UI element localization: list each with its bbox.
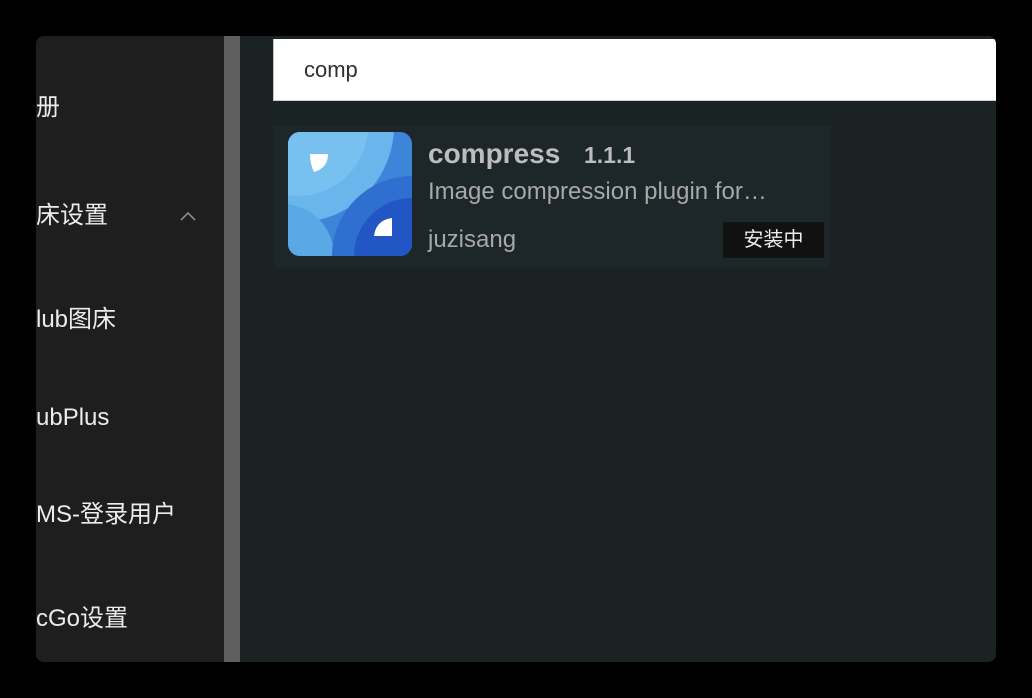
sidebar-item-picgo-settings[interactable]: cGo设置 (36, 599, 224, 639)
chevron-up-icon (180, 211, 196, 221)
plugin-content: compress 1.1.1 Image compression plugin … (240, 36, 996, 662)
sidebar-item-label: ubPlus (36, 404, 110, 431)
search-input[interactable] (274, 39, 996, 100)
sidebar-item-github-host[interactable]: lub图床 (36, 300, 224, 340)
compress-logo-icon (288, 132, 412, 256)
sidebar-item-label: 床设置 (36, 202, 108, 229)
plugin-version: 1.1.1 (584, 142, 636, 168)
sidebar-item-image-host-settings[interactable]: 床设置 (36, 196, 224, 236)
install-status-badge: 安装中 (723, 222, 824, 258)
sidebar-item-label: cGo设置 (36, 605, 129, 632)
sidebar-item-githubplus[interactable]: ubPlus (36, 398, 224, 438)
sidebar-item-label: 册 (36, 94, 60, 121)
sidebar-item-label: MS-登录用户 (36, 501, 176, 528)
search-box (273, 39, 996, 101)
plugin-name: compress (428, 138, 561, 169)
sidebar-item-album[interactable]: 册 (36, 88, 224, 128)
sidebar-scrollbar[interactable] (224, 36, 240, 662)
sidebar: 册 床设置 lub图床 ubPlus MS-登录用户 cGo设置 (36, 36, 224, 662)
sidebar-item-label: lub图床 (36, 306, 117, 333)
plugin-card[interactable]: compress 1.1.1 Image compression plugin … (274, 126, 830, 268)
app-window: 册 床设置 lub图床 ubPlus MS-登录用户 cGo设置 comp co… (36, 36, 996, 662)
plugin-author: juzisang (428, 226, 517, 253)
sidebar-item-cms-login[interactable]: MS-登录用户 (36, 495, 224, 535)
plugin-description: Image compression plugin for… (428, 178, 767, 205)
